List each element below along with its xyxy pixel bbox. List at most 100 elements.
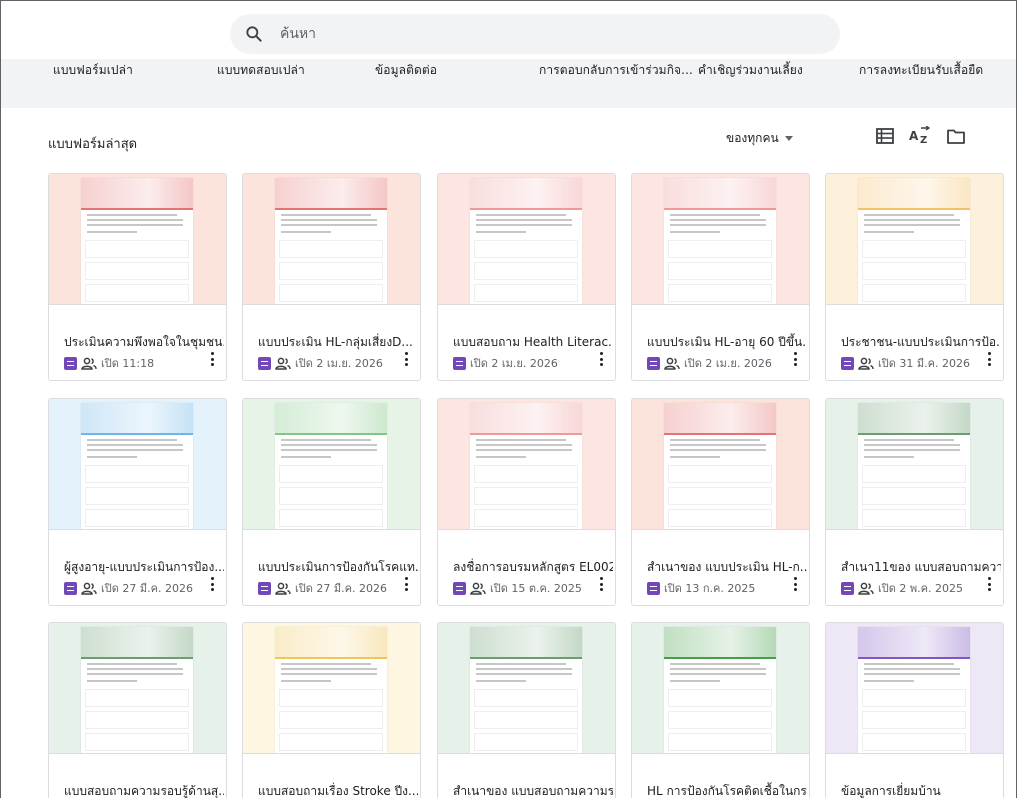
more-vert-icon[interactable] bbox=[987, 577, 991, 591]
preview-text-line bbox=[864, 668, 960, 670]
form-title: ประเมินความพึงพอใจในชุมชน... bbox=[64, 335, 224, 349]
form-accent-line bbox=[470, 208, 582, 210]
more-vert-icon[interactable] bbox=[599, 352, 603, 366]
form-card[interactable]: แบบประเมิน HL-กลุ่มเสี่ยงD... เปิด 2 เม.ย… bbox=[242, 173, 421, 381]
preview-question-box bbox=[668, 733, 772, 751]
search-icon bbox=[246, 26, 262, 42]
more-vert-icon[interactable] bbox=[599, 577, 603, 591]
forms-icon bbox=[258, 356, 271, 370]
form-accent-line bbox=[275, 433, 387, 435]
more-vert-icon[interactable] bbox=[210, 577, 214, 591]
preview-text-line bbox=[476, 444, 572, 446]
owner-filter-dropdown[interactable]: ของทุกคน bbox=[726, 129, 793, 148]
preview-text-line bbox=[864, 224, 960, 226]
preview-text-line bbox=[864, 439, 954, 441]
form-card[interactable]: ประเมินความพึงพอใจในชุมชน... เปิด 11:18 bbox=[48, 173, 227, 381]
form-thumbnail bbox=[632, 174, 809, 305]
preview-question-box bbox=[668, 240, 772, 258]
preview-question-box bbox=[279, 689, 383, 707]
search-bar[interactable]: ค้นหา bbox=[230, 14, 840, 54]
owner-filter-label: ของทุกคน bbox=[726, 131, 779, 145]
form-thumbnail bbox=[243, 623, 420, 754]
preview-question-box bbox=[862, 711, 966, 729]
form-card[interactable]: สำเนาของ แบบประเมิน HL-ก... เปิด 13 ก.ค. … bbox=[631, 398, 810, 606]
preview-question-box bbox=[279, 240, 383, 258]
form-accent-line bbox=[275, 657, 387, 659]
form-title: แบบประเมิน HL-อายุ 60 ปีขึ้น... bbox=[647, 335, 807, 349]
form-card[interactable]: สำเนา11ของ แบบสอบถามควา... เปิด 2 พ.ค. 20… bbox=[825, 398, 1004, 606]
template-event-rsvp[interactable]: การตอบกลับการเข้าร่วมกิจ... bbox=[539, 61, 693, 80]
template-row: แบบฟอร์มเปล่า แบบทดสอบเปล่า ข้อมูลติดต่อ… bbox=[1, 59, 1016, 81]
preview-text-line bbox=[670, 444, 766, 446]
template-contact-info[interactable]: ข้อมูลติดต่อ bbox=[375, 61, 437, 80]
opened-date: เปิด 2 เม.ย. 2026 bbox=[470, 357, 558, 370]
preview-text-line bbox=[476, 231, 526, 233]
form-title: แบบประเมินการป้องกันโรคแท... bbox=[258, 560, 418, 574]
preview-question-box bbox=[862, 733, 966, 751]
preview-question-box bbox=[279, 487, 383, 505]
more-vert-icon[interactable] bbox=[210, 352, 214, 366]
preview-text-line bbox=[670, 439, 760, 441]
form-preview bbox=[858, 627, 970, 753]
form-card[interactable]: HL การป้องกันโรคติดเชื้อในกร... bbox=[631, 622, 810, 798]
preview-question-box bbox=[474, 284, 578, 302]
form-card[interactable]: สำเนาของ แบบสอบถามความร... bbox=[437, 622, 616, 798]
preview-text-line bbox=[281, 444, 377, 446]
sort-az-icon: A Z bbox=[909, 126, 931, 146]
form-accent-line bbox=[664, 657, 776, 659]
opened-date: เปิด 2 เม.ย. 2026 bbox=[684, 357, 772, 370]
more-vert-icon[interactable] bbox=[404, 577, 408, 591]
form-thumbnail bbox=[438, 399, 615, 530]
preview-question-box bbox=[668, 284, 772, 302]
search-input[interactable]: ค้นหา bbox=[280, 23, 316, 45]
form-meta: เปิด 2 เม.ย. 2026 bbox=[258, 354, 383, 372]
form-header-image bbox=[81, 627, 193, 657]
more-vert-icon[interactable] bbox=[793, 352, 797, 366]
list-view-icon bbox=[876, 128, 894, 144]
template-blank-form[interactable]: แบบฟอร์มเปล่า bbox=[53, 61, 133, 80]
form-thumbnail bbox=[438, 174, 615, 305]
form-title: ผู้สูงอายุ-แบบประเมินการป้อง... bbox=[64, 560, 224, 574]
form-card[interactable]: ประชาชน-แบบประเมินการป้อ... เปิด 31 มี.ค.… bbox=[825, 173, 1004, 381]
form-card[interactable]: แบบสอบถามเรื่อง Stroke ปีง... bbox=[242, 622, 421, 798]
form-title: แบบสอบถามความรอบรู้ด้านสุ... bbox=[64, 784, 224, 798]
preview-question-box bbox=[85, 284, 189, 302]
form-meta: เปิด 27 มี.ค. 2026 bbox=[64, 579, 193, 597]
preview-text-line bbox=[476, 680, 526, 682]
preview-text-line bbox=[864, 219, 960, 221]
form-card[interactable]: ลงชื่อการอบรมหลักสูตร EL002 เปิด 15 ต.ค. … bbox=[437, 398, 616, 606]
preview-text-line bbox=[87, 456, 137, 458]
form-card[interactable]: แบบประเมินการป้องกันโรคแท... เปิด 27 มี.ค… bbox=[242, 398, 421, 606]
preview-text-line bbox=[476, 214, 566, 216]
form-title: HL การป้องกันโรคติดเชื้อในกร... bbox=[647, 784, 807, 798]
form-preview bbox=[858, 178, 970, 304]
form-card[interactable]: แบบประเมิน HL-อายุ 60 ปีขึ้น... เปิด 2 เม… bbox=[631, 173, 810, 381]
template-party-invite[interactable]: คำเชิญร่วมงานเลี้ยง bbox=[698, 61, 803, 80]
form-accent-line bbox=[858, 657, 970, 659]
preview-question-box bbox=[668, 711, 772, 729]
forms-icon bbox=[647, 356, 660, 370]
form-card[interactable]: แบบสอบถามความรอบรู้ด้านสุ... bbox=[48, 622, 227, 798]
more-vert-icon[interactable] bbox=[793, 577, 797, 591]
form-card[interactable]: แบบสอบถาม Health Literac... เปิด 2 เม.ย. … bbox=[437, 173, 616, 381]
form-preview bbox=[664, 627, 776, 753]
form-preview bbox=[275, 403, 387, 529]
template-blank-quiz[interactable]: แบบทดสอบเปล่า bbox=[217, 61, 305, 80]
forms-icon bbox=[64, 356, 77, 370]
template-tshirt-signup[interactable]: การลงทะเบียนรับเสื้อยืด bbox=[859, 61, 983, 80]
folder-button[interactable] bbox=[945, 125, 967, 147]
more-vert-icon[interactable] bbox=[404, 352, 408, 366]
form-card[interactable]: ข้อมูลการเยี่ยมบ้าน bbox=[825, 622, 1004, 798]
form-thumbnail bbox=[826, 399, 1003, 530]
form-card[interactable]: ผู้สูงอายุ-แบบประเมินการป้อง... เปิด 27 ม… bbox=[48, 398, 227, 606]
preview-question-box bbox=[474, 240, 578, 258]
form-meta: เปิด 13 ก.ค. 2025 bbox=[647, 579, 755, 597]
form-preview bbox=[664, 178, 776, 304]
preview-question-box bbox=[474, 487, 578, 505]
more-vert-icon[interactable] bbox=[987, 352, 991, 366]
list-view-button[interactable] bbox=[874, 125, 896, 147]
sort-button[interactable]: A Z bbox=[907, 125, 933, 147]
form-meta: เปิด 15 ต.ค. 2025 bbox=[453, 579, 582, 597]
preview-text-line bbox=[281, 680, 331, 682]
form-title: ลงชื่อการอบรมหลักสูตร EL002 bbox=[453, 560, 613, 574]
